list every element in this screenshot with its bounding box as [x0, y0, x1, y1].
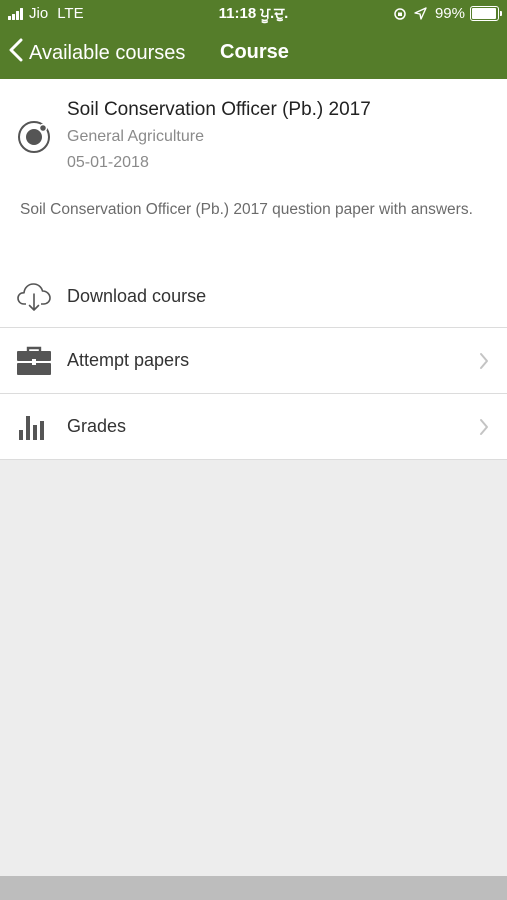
location-arrow-icon — [414, 7, 428, 21]
chevron-left-icon — [9, 38, 29, 68]
grades-label: Grades — [67, 416, 127, 436]
status-right: 99% — [393, 5, 502, 22]
status-bar: Jio LTE 11:18 ਪੂ.ਦੁ. 99% — [0, 0, 507, 28]
bottom-bar — [0, 876, 507, 900]
briefcase-icon — [16, 345, 52, 377]
attempt-papers-item[interactable]: Attempt papers — [0, 328, 507, 394]
orientation-lock-icon — [393, 7, 407, 21]
page-title: Course — [220, 41, 289, 63]
download-course-label: Download course — [67, 286, 207, 306]
battery-percent: 99% — [434, 5, 465, 22]
app-header: Jio LTE 11:18 ਪੂ.ਦੁ. 99% Available cours… — [0, 0, 507, 79]
course-date: 05-01-2018 — [67, 154, 149, 171]
nav-bar: Available courses Course — [0, 28, 507, 79]
course-description: Soil Conservation Officer (Pb.) 2017 que… — [20, 201, 473, 218]
chevron-right-icon — [479, 418, 489, 441]
battery-fill — [472, 8, 496, 19]
course-summary-card: Soil Conservation Officer (Pb.) 2017 Gen… — [0, 79, 507, 265]
download-course-item[interactable]: Download course — [0, 264, 507, 328]
course-category: General Agriculture — [67, 128, 204, 145]
course-radio-icon — [17, 120, 51, 159]
attempt-papers-label: Attempt papers — [67, 350, 190, 370]
chevron-right-icon — [479, 352, 489, 375]
battery-icon — [470, 6, 502, 21]
grades-item[interactable]: Grades — [0, 394, 507, 460]
back-button[interactable]: Available courses — [9, 38, 185, 68]
cloud-download-icon — [16, 280, 52, 312]
course-title: Soil Conservation Officer (Pb.) 2017 — [67, 99, 371, 120]
back-button-label: Available courses — [29, 41, 186, 64]
bar-chart-icon — [16, 412, 46, 442]
